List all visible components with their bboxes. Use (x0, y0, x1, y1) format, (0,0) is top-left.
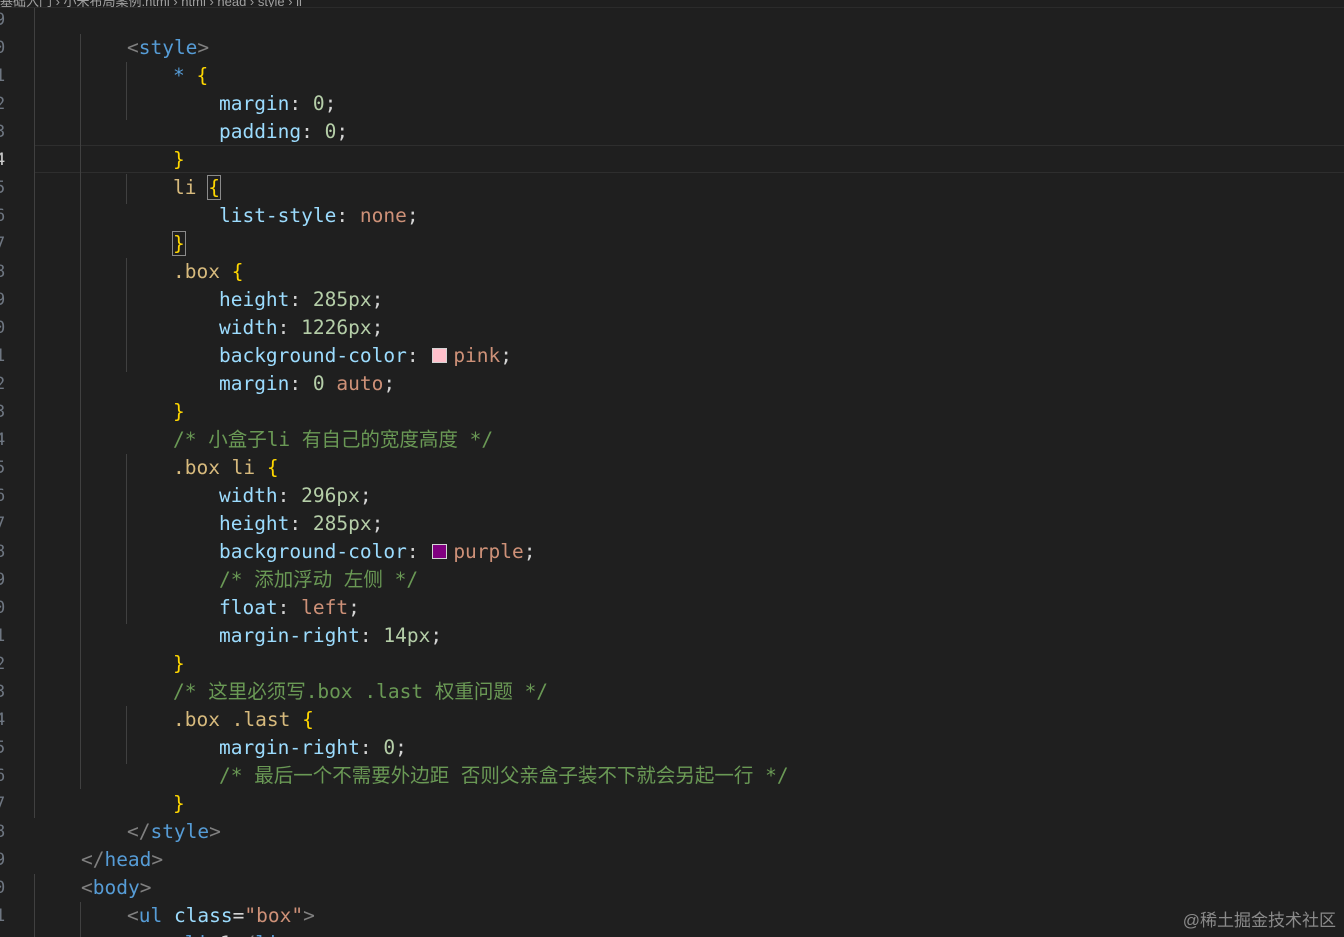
code-line-close-brace[interactable]: } (126, 370, 185, 423)
line-number-active: 4 (0, 150, 6, 170)
line-number: 8 (0, 542, 6, 562)
code-line-declaration[interactable]: margin: 0; (172, 62, 336, 115)
code-line-declaration[interactable]: height: 285px; (172, 258, 383, 311)
code-line-declaration[interactable]: margin: 0 auto; (172, 342, 395, 395)
line-number: 4 (0, 710, 6, 730)
indent-guide (80, 34, 81, 789)
line-number: 0 (0, 318, 6, 338)
line-number: 6 (0, 766, 6, 786)
line-number: 0 (0, 598, 6, 618)
code-line-declaration[interactable]: width: 1226px; (172, 286, 383, 339)
line-number: 1 (0, 626, 6, 646)
line-number: 9 (0, 570, 6, 590)
line-number: 5 (0, 738, 6, 758)
line-number: 0 (0, 38, 6, 58)
line-number: 5 (0, 178, 6, 198)
line-number: 7 (0, 514, 6, 534)
line-number-gutter: 9 0 1 2 3 4 5 6 7 8 9 0 1 2 3 4 5 6 7 8 … (0, 8, 30, 937)
code-line-style-close[interactable]: </style> (80, 790, 221, 843)
line-number: 9 (0, 290, 6, 310)
code-line-declaration[interactable]: width: 296px; (172, 454, 372, 507)
code-line-li-item[interactable]: <li>1</li> (126, 902, 290, 937)
line-number: 6 (0, 486, 6, 506)
color-swatch-purple[interactable] (432, 544, 448, 559)
color-swatch-pink[interactable] (432, 348, 448, 363)
code-line-universal-selector[interactable]: * { (126, 34, 208, 87)
code-line-close-brace[interactable]: } (126, 622, 185, 675)
code-line-comment[interactable]: /* 小盒子li 有自己的宽度高度 */ (126, 398, 493, 451)
code-line-comment[interactable]: /* 这里必须写.box .last 权重问题 */ (126, 650, 548, 703)
line-number: 3 (0, 402, 6, 422)
line-number: 7 (0, 794, 6, 814)
code-line-declaration[interactable]: margin-right: 14px; (172, 594, 442, 647)
line-number: 0 (0, 878, 6, 898)
code-line-head-close[interactable]: </head> (34, 818, 163, 871)
code-line-declaration[interactable]: height: 285px; (172, 482, 383, 535)
code-line-close-brace[interactable]: } (126, 202, 186, 256)
line-number: 4 (0, 430, 6, 450)
line-number: 3 (0, 122, 6, 142)
watermark: @稀土掘金技术社区 (1182, 911, 1336, 930)
line-number: 2 (0, 94, 6, 114)
code-line-declaration[interactable]: float: left; (172, 566, 360, 619)
indent-guide (34, 8, 35, 818)
line-number: 1 (0, 906, 6, 926)
line-number: 9 (0, 850, 6, 870)
code-line-style-open[interactable]: <style> (80, 6, 209, 59)
code-line-declaration[interactable]: background-color: purple; (172, 510, 536, 563)
code-line-box-li-selector[interactable]: .box li { (126, 426, 279, 479)
code-line-declaration[interactable]: margin-right: 0; (172, 706, 407, 759)
line-number: 7 (0, 234, 6, 254)
line-number: 6 (0, 206, 6, 226)
line-number: 2 (0, 374, 6, 394)
line-number: 1 (0, 66, 6, 86)
code-line-ul-open[interactable]: <ul class="box"> (80, 874, 315, 927)
line-number: 1 (0, 346, 6, 366)
code-line-declaration[interactable]: padding: 0; (172, 90, 348, 143)
code-line-declaration[interactable]: list-style: none; (172, 174, 419, 227)
code-line-body-open[interactable]: <body> (34, 846, 151, 899)
code-line-declaration[interactable]: background-color: pink; (172, 314, 512, 367)
line-number: 8 (0, 822, 6, 842)
code-line-box-selector[interactable]: .box { (126, 230, 243, 283)
code-line-close-brace[interactable]: } (126, 118, 185, 171)
line-number: 8 (0, 262, 6, 282)
code-line-comment[interactable]: /* 添加浮动 左侧 */ (172, 538, 418, 591)
code-line-li-selector[interactable]: li { (126, 146, 221, 200)
code-line-close-brace[interactable]: } (126, 762, 185, 815)
code-line-last-selector[interactable]: .box .last { (126, 678, 314, 731)
current-line-highlight (34, 145, 1344, 173)
line-number: 2 (0, 654, 6, 674)
line-number: 3 (0, 682, 6, 702)
code-line-comment[interactable]: /* 最后一个不需要外边距 否则父亲盒子装不下就会另起一行 */ (172, 734, 789, 787)
line-number: 5 (0, 458, 6, 478)
line-number: 9 (0, 10, 6, 30)
